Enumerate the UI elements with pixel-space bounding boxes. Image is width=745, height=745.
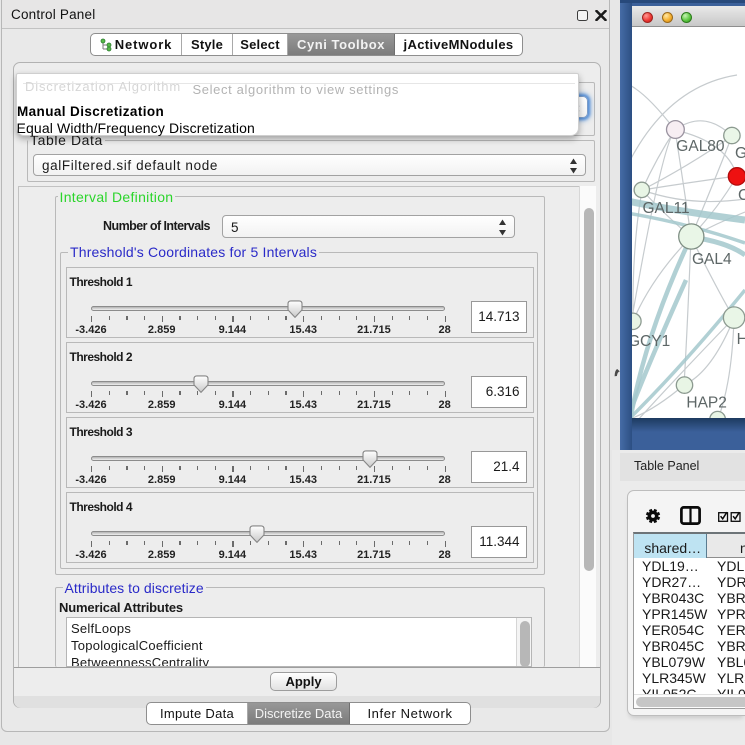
svg-text:H: H xyxy=(737,331,745,348)
svg-text:GAL11: GAL11 xyxy=(643,200,690,217)
svg-text:GCY1: GCY1 xyxy=(632,333,670,350)
svg-text:GAL4: GAL4 xyxy=(692,251,732,268)
svg-text:C: C xyxy=(738,187,745,204)
svg-text:G: G xyxy=(735,145,745,162)
svg-text:GAL80: GAL80 xyxy=(676,138,725,155)
svg-text:HAP2: HAP2 xyxy=(686,395,727,412)
